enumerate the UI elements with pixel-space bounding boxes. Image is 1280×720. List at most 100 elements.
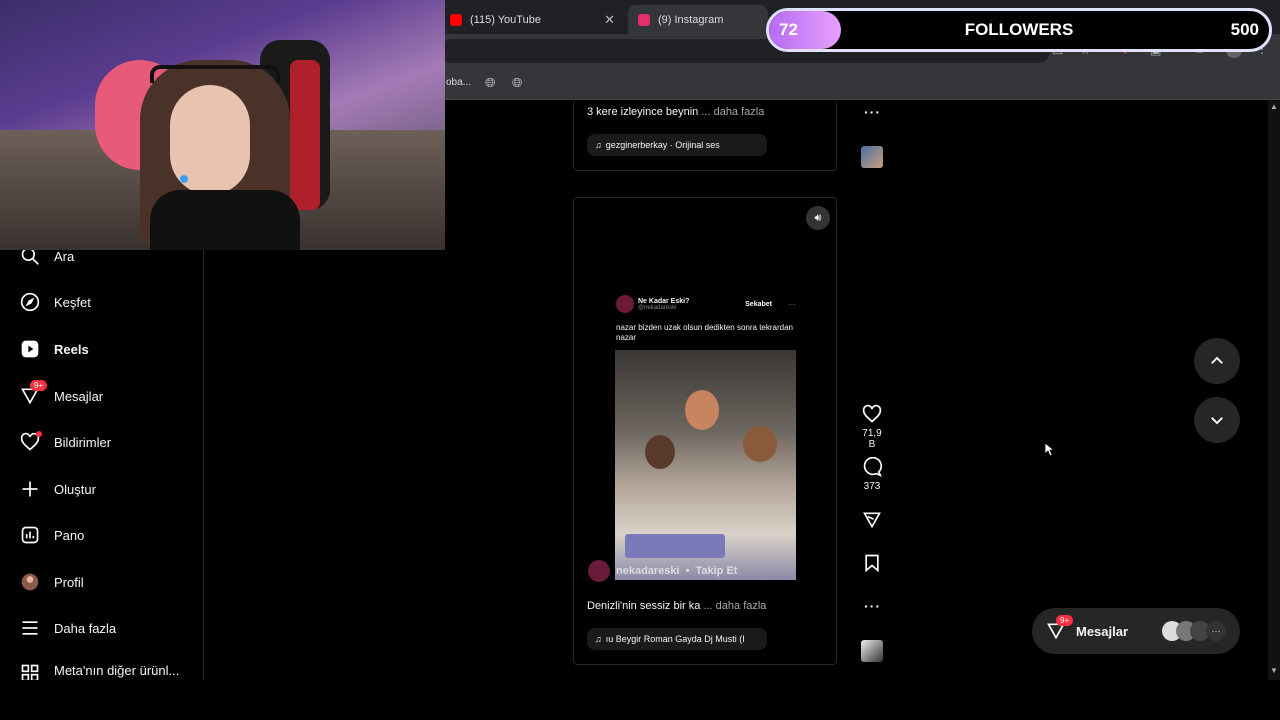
reel-card-current: 🔊︎ Ne Kadar Eski? @nekadareski Sekabet ·… [573,197,837,665]
sponsor-logo: Sekabet [745,300,772,308]
audio-label: ıu Beygir Roman Gayda Dj Musti (I [605,634,745,644]
headset [150,65,280,83]
person-figure [685,390,719,430]
bottom-bar [0,680,1280,720]
scroll-up-icon[interactable]: ▲ [1270,102,1278,111]
compass-icon [20,292,40,312]
next-reel-button[interactable] [1194,397,1240,443]
chevron-up-icon [1211,356,1223,364]
globe-icon[interactable]: 🌐︎ [512,75,522,91]
gaming-chair [290,60,320,210]
tab-label: (9) Instagram [658,13,724,26]
plus-icon [22,481,38,497]
sidebar-item-label: Ara [54,248,75,264]
tweet-handle: @nekadareski [638,304,677,311]
sidebar-item-notifications[interactable]: Bildirimler [20,430,111,454]
globe-icon[interactable]: 🌐︎ [485,75,495,91]
messages-label: Mesajlar [1076,623,1129,639]
comment-count: 373 [863,481,881,492]
sidebar-item-meta[interactable]: Meta'nın diğer ürünl... [20,663,179,680]
reel-author[interactable]: nekadareski • Takip Et [588,560,737,582]
sidebar-item-label: Mesajlar [54,388,104,404]
more-link[interactable]: ... daha fazla [701,106,764,118]
person-figure [743,426,777,462]
instagram-icon [638,13,650,26]
webcam-overlay [0,0,445,250]
sidebar-item-label: Oluştur [54,481,96,497]
tweet-name: Ne Kadar Eski? [638,297,690,305]
comment-button[interactable]: 373 [858,457,886,492]
person-figure [645,435,675,469]
reel-caption[interactable]: Denizli'nin sessiz bir ka ... daha fazla [587,600,766,612]
video-frame[interactable] [615,350,796,580]
notification-dot [36,431,42,437]
audio-thumbnail[interactable] [861,146,883,168]
sidebar-item-profile[interactable]: Profil [20,570,84,594]
headset-light [180,175,188,183]
more-avatars-icon: ··· [1206,621,1226,641]
sidebar-item-label: Keşfet [54,294,91,310]
reel-card-previous: 3 kere izleyince beynin ... daha fazla ♫… [573,100,837,171]
tweet-text: nazar bizden uzak olsun dedikten sonra t… [616,323,793,342]
audio-thumbnail[interactable] [861,640,883,662]
sidebar-item-label: Bildirimler [54,434,112,450]
goal-target: 500 [1230,20,1259,39]
save-button[interactable] [858,553,886,573]
sidebar-item-label: Reels [54,341,89,357]
sidebar-item-label: Pano [54,527,85,543]
caption-text: 3 kere izleyince beynin [587,106,699,118]
sidebar-item-label: Profil [54,574,84,590]
tweet-avatar [616,295,634,313]
music-note-icon: ♫ [595,140,602,150]
sidebar-item-messages[interactable]: 9+ Mesajlar [20,380,104,408]
sidebar-item-more[interactable]: Daha fazla [20,616,116,640]
tweet-more-icon: ··· [788,299,796,309]
comment-icon [863,457,882,477]
audio-label: gezginerberkay · Orijinal ses [605,140,720,150]
cursor-icon [1045,443,1055,457]
sidebar-item-dashboard[interactable]: Pano [20,523,84,547]
tab-youtube[interactable]: (115) YouTube ✕ [440,5,625,34]
reel-caption[interactable]: 3 kere izleyince beynin ... daha fazla [587,106,764,118]
notification-badge: 9+ [1056,615,1074,626]
follow-button[interactable]: Takip Et [695,565,737,577]
music-note-icon: ♫ [595,634,602,644]
share-button[interactable] [858,510,886,530]
reels-icon [21,340,39,358]
tweet-embed: Ne Kadar Eski? @nekadareski Sekabet ··· … [616,295,796,343]
share-icon [863,512,881,529]
messages-pill[interactable]: 9+ Mesajlar ··· [1032,608,1240,654]
notification-badge: 9+ [30,380,48,391]
menu-icon [22,621,38,635]
shirt [150,190,300,250]
sidebar-item-label: Daha fazla [54,620,117,636]
tab-label: (115) YouTube [470,13,541,26]
chevron-down-icon [1211,417,1223,425]
audio-chip[interactable]: ♫ ıu Beygir Roman Gayda Dj Musti (I [587,628,767,650]
author-username[interactable]: nekadareski [616,565,680,577]
goal-label: FOLLOWERS [964,20,1074,39]
close-icon[interactable]: ✕ [604,12,615,28]
scrollbar[interactable]: ▲ ▼ [1268,100,1280,680]
scroll-down-icon[interactable]: ▼ [1270,666,1278,675]
previous-reel-button[interactable] [1194,338,1240,384]
bookmark-icon [865,554,879,573]
bookmark-item[interactable]: oba... [446,77,471,88]
dashboard-icon [21,526,39,544]
volume-icon[interactable]: 🔊︎ [806,206,830,230]
like-button[interactable]: 71,9 B [858,404,886,450]
sidebar-item-create[interactable]: Oluştur [20,477,96,501]
sidebar-item-explore[interactable]: Keşfet [20,290,91,314]
more-options-icon[interactable]: ··· [864,104,881,120]
sidebar-item-reels[interactable]: Reels [20,337,89,361]
more-options-icon[interactable]: ··· [864,598,881,614]
tab-instagram[interactable]: (9) Instagram [628,5,768,34]
youtube-icon [450,13,462,26]
avatar-icon [21,573,39,591]
audio-chip[interactable]: ♫ gezginerberkay · Orijinal ses [587,134,767,156]
caption-text: Denizli'nin sessiz bir ka [587,600,701,612]
more-link[interactable]: ... daha fazla [703,600,766,612]
table-object [625,534,725,558]
author-avatar[interactable] [588,560,610,582]
meta-apps-icon [21,664,39,680]
